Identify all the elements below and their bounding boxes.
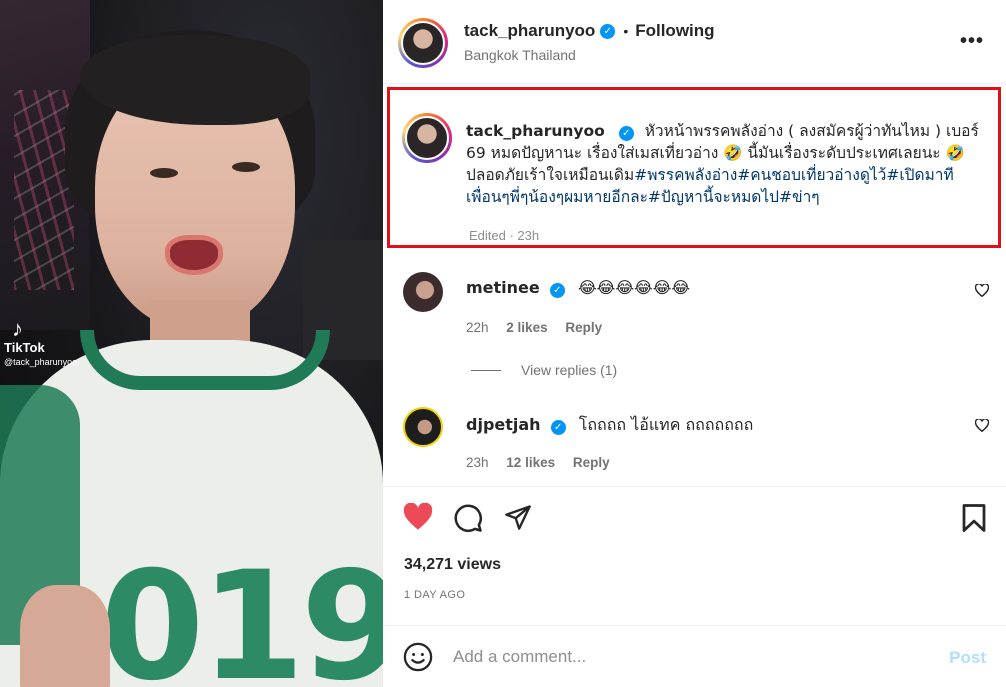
commenter-avatar[interactable] xyxy=(403,272,443,312)
tiktok-logo-text: TikTok xyxy=(4,340,45,355)
comment-likes[interactable]: 2 likes xyxy=(506,320,547,335)
verified-badge-icon: ✓ xyxy=(600,23,616,39)
following-button[interactable]: Following xyxy=(635,21,714,41)
comment-text: 😂😂😂😂😂😂 xyxy=(577,278,691,297)
post-action-bar xyxy=(383,486,1006,546)
share-send-icon[interactable] xyxy=(504,503,532,536)
post-date[interactable]: 1 DAY AGO xyxy=(404,589,465,601)
tiktok-watermark: ♪ TikTok @tack_pharunyoo xyxy=(4,316,78,368)
caption-meta: Edited · 23h xyxy=(469,228,540,243)
author-username[interactable]: tack_pharunyoo xyxy=(464,21,595,41)
commenter-username[interactable]: djpetjah xyxy=(466,415,541,434)
person-mouth xyxy=(165,235,223,275)
person-eye xyxy=(232,162,260,172)
caption-text: tack_pharunyoo ✓ หัวหน้าพรรคพลังอ่าง ( ล… xyxy=(466,120,994,208)
comment-text: โถถถถ ไอ้แทค ถถถถถถถ xyxy=(578,415,754,434)
person-eye xyxy=(150,168,178,178)
bookmark-save-icon[interactable] xyxy=(961,503,987,538)
more-options-icon[interactable]: ••• xyxy=(960,30,984,53)
view-count[interactable]: 34,271 views xyxy=(404,556,501,574)
commenter-avatar[interactable] xyxy=(403,407,443,447)
emoji-icon[interactable] xyxy=(403,642,433,677)
post-location[interactable]: Bangkok Thailand xyxy=(464,47,576,63)
comment-composer: Post xyxy=(383,625,1006,687)
comment-likes[interactable]: 12 likes xyxy=(506,455,555,470)
verified-badge-icon: ✓ xyxy=(549,283,565,298)
author-avatar[interactable] xyxy=(398,18,448,68)
commenter-username[interactable]: metinee xyxy=(466,278,540,297)
comment-reply-button[interactable]: Reply xyxy=(565,320,602,335)
view-replies-button[interactable]: View replies (1) xyxy=(471,362,617,378)
post-details-panel: tack_pharunyoo ✓ • Following Bangkok Tha… xyxy=(383,0,1006,687)
verified-badge-icon: ✓ xyxy=(550,420,566,435)
hashtag-link[interactable]: #พรรคพลังอ่าง xyxy=(634,166,737,184)
comment-time: 23h xyxy=(466,455,489,470)
comment-reply-button[interactable]: Reply xyxy=(573,455,610,470)
tiktok-icon: ♪ xyxy=(12,316,23,341)
comment-meta: 23h 12 likes Reply xyxy=(466,455,624,470)
comment-body: djpetjah ✓ โถถถถ ไอ้แทค ถถถถถถถ xyxy=(466,413,753,438)
post-header: tack_pharunyoo ✓ • Following Bangkok Tha… xyxy=(383,0,1006,84)
comment-like-icon[interactable] xyxy=(974,418,990,435)
comment-time: 22h xyxy=(466,320,489,335)
hashtag-link[interactable]: #ปัญหานี้จะหมดไป xyxy=(648,188,779,206)
post-comment-button[interactable]: Post xyxy=(949,648,986,668)
divider-line xyxy=(471,369,501,371)
comment-like-icon[interactable] xyxy=(974,283,990,300)
comment-body: metinee ✓ 😂😂😂😂😂😂 xyxy=(466,278,690,298)
tiktok-handle: @tack_pharunyoo xyxy=(4,357,78,367)
person-hand xyxy=(20,585,110,687)
shirt-number: 019 xyxy=(100,540,383,687)
comment-meta: 22h 2 likes Reply xyxy=(466,320,616,335)
comment-input[interactable] xyxy=(453,643,913,671)
like-heart-icon[interactable] xyxy=(402,502,434,536)
view-replies-label: View replies (1) xyxy=(521,362,618,378)
hashtag-link[interactable]: #คนชอบเที่ยวอ่างดูไว้ xyxy=(737,166,886,184)
post-media-video[interactable]: 019 ♪ TikTok @tack_pharunyoo xyxy=(0,0,383,687)
verified-badge-icon: ✓ xyxy=(618,126,634,141)
caption-highlight: tack_pharunyoo ✓ หัวหน้าพรรคพลังอ่าง ( ล… xyxy=(387,87,1001,248)
comment-bubble-icon[interactable] xyxy=(453,503,483,538)
caption-author-avatar[interactable] xyxy=(402,113,452,163)
author-row: tack_pharunyoo ✓ • Following xyxy=(464,21,715,41)
separator-dot: • xyxy=(623,23,629,39)
caption-username[interactable]: tack_pharunyoo xyxy=(466,122,605,140)
shirt-collar xyxy=(80,330,330,390)
hashtag-link[interactable]: #ข่าๆ xyxy=(779,188,820,206)
